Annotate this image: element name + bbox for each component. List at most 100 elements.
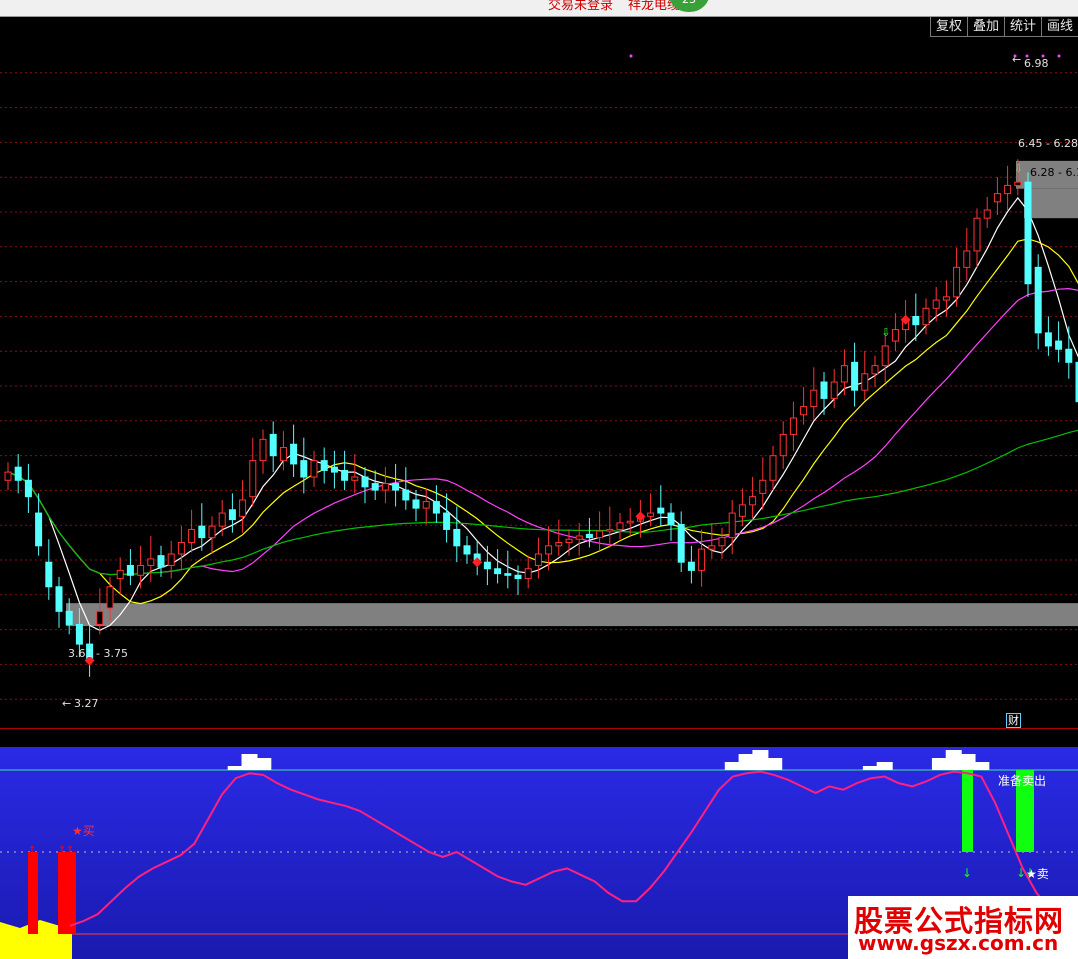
candle [177, 526, 185, 571]
candle [320, 447, 328, 484]
restore-rights-button[interactable]: 复权 [929, 17, 967, 37]
candle [524, 555, 532, 589]
candle [443, 493, 451, 543]
candle [657, 485, 665, 527]
draw-line-button[interactable]: 画线 [1040, 17, 1078, 37]
signal-dot [1057, 54, 1061, 58]
candle [504, 550, 512, 589]
statistics-button[interactable]: 统计 [1003, 17, 1041, 37]
candle [575, 522, 583, 556]
low-arrow: ← [62, 697, 71, 710]
candle [483, 545, 491, 586]
high-arrow: ← [1012, 53, 1021, 66]
candle [1055, 321, 1063, 363]
candle [616, 513, 624, 540]
candle [800, 386, 808, 425]
candle [891, 313, 899, 351]
candle [1044, 316, 1052, 356]
candle [851, 342, 859, 407]
overbought-block [945, 750, 962, 770]
ma20-line [7, 288, 1078, 576]
chart-toolbar: 复权 叠加 统计 画线 [929, 17, 1078, 37]
candle [218, 499, 226, 536]
overbought-block [766, 758, 783, 770]
sell-arrow: ⇩ [1014, 162, 1023, 175]
candle [1024, 172, 1032, 297]
candle [881, 332, 889, 382]
buy-bar [28, 852, 38, 934]
candle [1034, 254, 1042, 350]
candle [677, 511, 685, 573]
candle [392, 463, 400, 507]
candle [147, 535, 155, 582]
candle [422, 488, 430, 525]
candle [963, 228, 971, 281]
overbought-block [973, 762, 990, 770]
support-band-label: 3.61 - 3.75 [68, 647, 128, 660]
candle [606, 506, 614, 548]
candle [779, 421, 787, 469]
candle [228, 493, 236, 533]
candle [953, 247, 961, 307]
candle [188, 509, 196, 553]
candle [820, 372, 828, 415]
candle [534, 537, 542, 579]
candle [14, 454, 22, 494]
candle [55, 576, 63, 628]
candle [932, 286, 940, 322]
candle [126, 549, 134, 586]
candle [698, 529, 706, 587]
candle [789, 401, 797, 451]
login-status: 交易未登录 [548, 0, 614, 13]
candle [810, 367, 818, 420]
candle [24, 463, 32, 514]
overbought-block [227, 766, 244, 770]
candle [667, 503, 675, 541]
high-price-label: 6.98 [1024, 57, 1049, 70]
candles [4, 159, 1078, 677]
candle [137, 545, 145, 589]
candle [830, 368, 838, 409]
overbought-block [255, 758, 272, 770]
buy-bar [66, 852, 76, 934]
candle [973, 208, 981, 268]
candle [1004, 165, 1012, 210]
candle [983, 196, 991, 229]
overbought-block [862, 766, 879, 770]
overbought-block [724, 762, 741, 770]
ma60-line [7, 429, 1078, 576]
candle [514, 565, 522, 595]
candle [310, 450, 318, 487]
candle [1065, 326, 1073, 379]
resistance-band-lower [1024, 188, 1078, 219]
title-bar: 交易未登录 祥龙电缆 23 [0, 0, 1078, 17]
candle [341, 450, 349, 491]
watermark-logo: 股票公式指标网 www.gszx.com.cn [848, 896, 1078, 959]
sell-bar [962, 770, 973, 852]
finance-icon[interactable]: 财 [1006, 713, 1021, 728]
support-band [66, 603, 1078, 627]
candle [208, 516, 216, 554]
candlestick-chart[interactable]: ⇩ ⇩ ← ← 6.98 3.27 6.45 - 6.28 6.28 - 6.1 3.… [0, 38, 1078, 726]
candle [871, 355, 879, 387]
candle [769, 445, 777, 491]
candle [259, 429, 267, 474]
watermark-url: www.gszx.com.cn [858, 931, 1059, 955]
sell-arrow: ⇩ [881, 326, 890, 339]
overlay-button[interactable]: 叠加 [966, 17, 1004, 37]
candle [198, 503, 206, 551]
candle [749, 477, 757, 518]
candle [300, 437, 308, 494]
candle [687, 545, 695, 584]
buy-bar-arrow: ⇑ [28, 845, 36, 856]
candle [45, 539, 53, 600]
overbought-block [241, 754, 258, 770]
candle [330, 450, 338, 489]
overbought-block [876, 762, 893, 770]
panel-divider [0, 728, 1078, 729]
overbought-block [752, 750, 769, 770]
sell-signal-label: ★卖 [1026, 867, 1049, 881]
candle [249, 437, 257, 507]
candle [402, 467, 410, 510]
candle [494, 549, 502, 584]
